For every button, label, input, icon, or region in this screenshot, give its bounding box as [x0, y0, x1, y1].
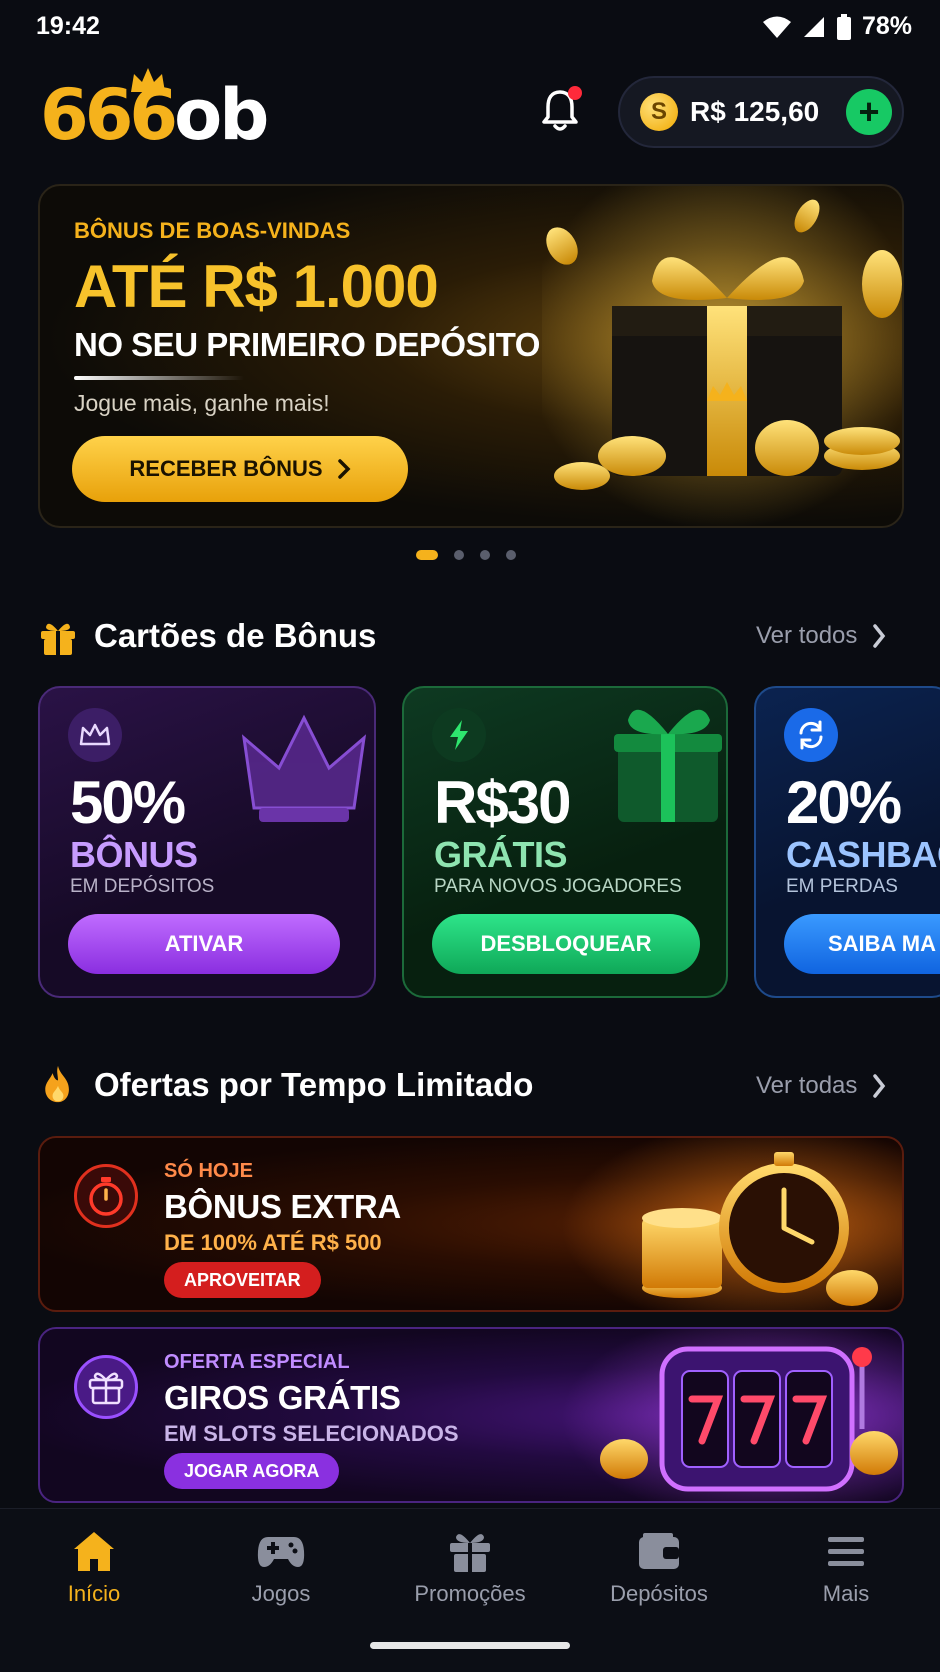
home-indicator[interactable] [370, 1642, 570, 1649]
see-all-label: Ver todas [756, 1072, 858, 1099]
battery-percent: 78% [861, 12, 912, 40]
carousel-dot[interactable] [480, 550, 490, 560]
app-logo[interactable]: 666 ob [40, 68, 269, 156]
nav-label: Início [67, 1581, 121, 1606]
crown-icon [131, 68, 165, 92]
offer-eyebrow: SÓ HOJE [164, 1160, 253, 1182]
play-now-button[interactable]: JOGAR AGORA [164, 1453, 340, 1489]
notification-dot [568, 86, 582, 100]
home-icon [74, 1532, 114, 1571]
bonus-see-all-link[interactable]: Ver todos [756, 622, 887, 650]
nav-label: Promoções [414, 1581, 526, 1606]
green-gift-illustration [614, 709, 722, 822]
offer-subtitle: EM SLOTS SELECIONADOS [164, 1421, 459, 1446]
offers-section-title: Ofertas por Tempo Limitado [94, 1066, 534, 1103]
add-funds-button[interactable]: + [846, 89, 892, 135]
stopwatch-icon [74, 1164, 138, 1228]
hero-subtitle: NO SEU PRIMEIRO DEPÓSITO [74, 326, 540, 363]
battery-icon [836, 13, 851, 40]
status-indicators: 78% [762, 12, 912, 41]
chevron-right-icon [873, 1074, 886, 1098]
bonus-card-title: CASHBAC [786, 834, 940, 875]
chevron-right-icon [337, 459, 351, 479]
refresh-icon [784, 708, 838, 762]
nav-label: Mais [822, 1581, 870, 1606]
bonus-card-caption: EM PERDAS [786, 876, 898, 897]
offer-card-extra-bonus[interactable]: SÓ HOJE BÔNUS EXTRA DE 100% ATÉ R$ 500 A… [38, 1136, 904, 1312]
offer-eyebrow: OFERTA ESPECIAL [164, 1351, 350, 1373]
nav-item-more[interactable]: Mais [766, 1529, 926, 1607]
crown-illustration [241, 714, 367, 822]
bonus-card-value: 20% [786, 769, 902, 836]
bonus-card-caption: EM DEPÓSITOS [70, 876, 215, 897]
see-all-label: Ver todos [756, 622, 858, 649]
unlock-button[interactable]: DESBLOQUEAR [432, 914, 700, 974]
offer-card-free-spins[interactable]: OFERTA ESPECIAL GIROS GRÁTIS EM SLOTS SE… [38, 1327, 904, 1503]
menu-icon [828, 1537, 864, 1566]
nav-item-games[interactable]: Jogos [201, 1529, 361, 1607]
offer-title: BÔNUS EXTRA [164, 1188, 401, 1225]
bonus-card-title: BÔNUS [70, 834, 198, 875]
fire-icon [45, 1065, 69, 1103]
gift-icon [450, 1534, 490, 1572]
carousel-indicator [416, 550, 516, 560]
notification-bell-button[interactable] [540, 86, 584, 134]
receive-bonus-label: RECEBER BÔNUS [129, 456, 323, 481]
logo-text-ob: ob [174, 74, 269, 156]
chevron-right-icon [873, 624, 886, 648]
wallet-icon [639, 1533, 679, 1569]
lightning-icon [432, 708, 486, 762]
bonus-card-title: GRÁTIS [434, 834, 568, 875]
receive-bonus-button[interactable]: RECEBER BÔNUS [72, 436, 408, 502]
carousel-dot[interactable] [454, 550, 464, 560]
nav-item-deposits[interactable]: Depósitos [579, 1529, 739, 1607]
hero-eyebrow: BÔNUS DE BOAS-VINDAS [74, 218, 351, 243]
hero-banner[interactable]: BÔNUS DE BOAS-VINDAS ATÉ R$ 1.000 NO SEU… [38, 184, 904, 528]
stopwatch-coins-illustration [562, 1138, 902, 1310]
gift-icon [41, 623, 75, 655]
bonus-card-cashback[interactable]: 20% CASHBAC EM PERDAS SAIBA MA [754, 686, 940, 998]
gamepad-icon [257, 1537, 305, 1567]
bonus-card-deposit[interactable]: 50% BÔNUS EM DEPÓSITOS ATIVAR [38, 686, 376, 998]
hero-note: Jogue mais, ganhe mais! [74, 390, 330, 416]
nav-label: Depósitos [610, 1581, 708, 1606]
nav-label: Jogos [251, 1581, 311, 1606]
hero-title: ATÉ R$ 1.000 [74, 253, 439, 320]
offers-see-all-link[interactable]: Ver todas [756, 1072, 887, 1100]
offer-subtitle: DE 100% ATÉ R$ 500 [164, 1230, 382, 1255]
signal-icon [803, 16, 824, 37]
gift-box-illustration [542, 186, 902, 526]
carousel-dot[interactable] [416, 550, 438, 560]
balance-amount: R$ 125,60 [690, 96, 820, 127]
offer-title: GIROS GRÁTIS [164, 1379, 401, 1416]
bonus-section-title: Cartões de Bônus [94, 617, 377, 654]
slot-machine-illustration [562, 1329, 902, 1501]
coin-icon: S [640, 93, 678, 131]
bonus-card-free[interactable]: R$30 GRÁTIS PARA NOVOS JOGADORES DESBLOQ… [402, 686, 728, 998]
bonus-card-caption: PARA NOVOS JOGADORES [434, 876, 682, 897]
take-advantage-button[interactable]: APROVEITAR [164, 1262, 321, 1298]
carousel-dot[interactable] [506, 550, 516, 560]
status-time: 19:42 [36, 12, 100, 40]
activate-button[interactable]: ATIVAR [68, 914, 340, 974]
wifi-icon [762, 16, 791, 38]
nav-item-promotions[interactable]: Promoções [390, 1529, 550, 1607]
status-bar: 19:42 78% [0, 0, 940, 56]
crown-icon [68, 708, 122, 762]
balance-pill[interactable]: S R$ 125,60 + [618, 76, 904, 148]
bonus-card-value: R$30 [434, 769, 571, 836]
learn-more-button[interactable]: SAIBA MA [784, 914, 940, 974]
gift-icon [74, 1355, 138, 1419]
hero-divider [74, 376, 244, 380]
nav-item-home[interactable]: Início [14, 1529, 174, 1607]
bonus-card-value: 50% [70, 769, 186, 836]
